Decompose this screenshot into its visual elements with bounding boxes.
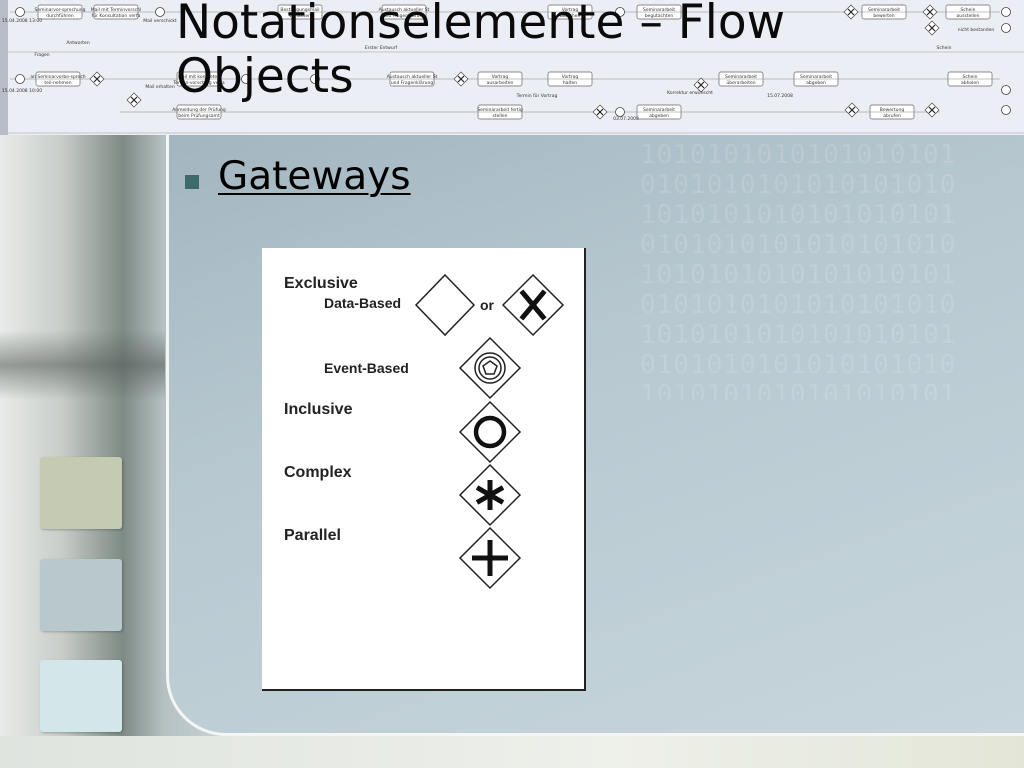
exclusive-x-diamond-icon: [501, 273, 565, 337]
binary-pattern-decoration: 1010101010101010101 0101010101010101010 …: [640, 140, 957, 400]
banner-event-0: [15, 7, 25, 17]
bottom-strip: [0, 736, 1024, 768]
parallel-label: Parallel: [284, 527, 341, 544]
banner-event-9: [1001, 85, 1011, 95]
banner-label-3: Mail erhalten: [145, 84, 175, 90]
event-based-diamond-icon: [458, 336, 522, 400]
data-based-label: Data-Based: [324, 295, 402, 311]
bullet-square-icon: [185, 175, 199, 189]
task-row2-7-text: abholen: [961, 80, 979, 86]
banner-label-2: Mail verschickt: [143, 18, 177, 24]
banner-event-7: [1001, 7, 1011, 17]
banner-event-6: [615, 107, 625, 117]
task-row2-0-text: teil-nehmen: [44, 80, 71, 86]
or-label: or: [480, 297, 494, 313]
task-row3-1-text: stellen: [493, 113, 508, 119]
banner-label-4: Antworten: [66, 40, 90, 46]
banner-label-11: nicht bestanden: [958, 27, 995, 33]
banner-event-8: [1001, 23, 1011, 33]
banner-label-12: Schein: [936, 45, 951, 51]
exclusive-label: Exclusive: [284, 275, 358, 292]
slide-title: Notationselemente – Flow Objects: [176, 0, 786, 104]
event-based-label: Event-Based: [324, 360, 409, 376]
complex-diamond-icon: [458, 463, 522, 527]
task-row1-6-text: bewerten: [873, 13, 894, 19]
task-row1-1-text: für Konsultation verfa: [92, 13, 141, 19]
decorative-square-2: [40, 559, 122, 631]
task-row3-2-text: abgeben: [649, 113, 669, 119]
task-row3-3-text: abrufen: [883, 113, 901, 119]
gateway-figure: Exclusive Data-Based or Event-Based Incl…: [262, 248, 586, 691]
banner-label-0: 15.04.2008 13:00: [2, 18, 42, 24]
banner-event-10: [1001, 105, 1011, 115]
banner-label-1: 15.04.2008 10:00: [2, 88, 42, 94]
inclusive-diamond-icon: [458, 400, 522, 464]
inclusive-label: Inclusive: [284, 401, 353, 418]
task-row1-0-text: durchführen: [46, 13, 74, 19]
banner-event-1: [15, 74, 25, 84]
exclusive-empty-diamond-icon: [414, 273, 476, 337]
complex-label: Complex: [284, 464, 352, 481]
banner-label-5: Fragen: [34, 52, 49, 58]
banner-label-8: 03.07.2008: [613, 116, 639, 122]
parallel-diamond-icon: [458, 526, 522, 590]
background-shadow-band: [0, 330, 165, 400]
task-row3-0-text: beim Prüfungsamt: [178, 113, 220, 119]
gateways-link[interactable]: Gateways: [218, 154, 411, 199]
decorative-square-1: [40, 457, 122, 529]
decorative-square-3: [40, 660, 122, 732]
banner-event-2: [155, 7, 165, 17]
task-row1-7-text: ausstellen: [957, 13, 980, 19]
